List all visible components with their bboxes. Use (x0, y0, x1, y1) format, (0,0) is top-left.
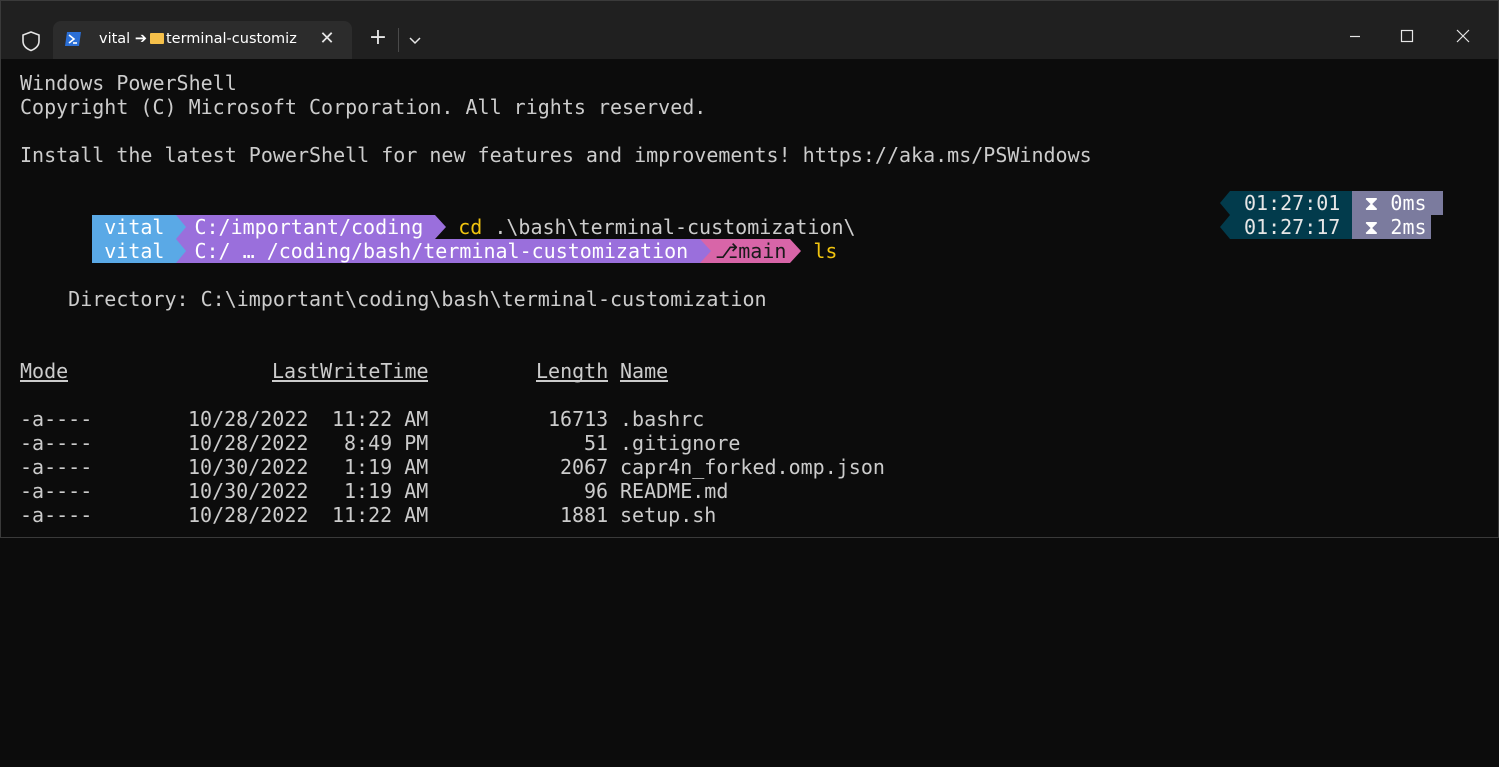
file-mode: -a---- (20, 407, 93, 431)
header-line-1: Windows PowerShell (20, 71, 237, 95)
file-length: 1881 (560, 503, 609, 527)
prompt-duration: ⧗ 0ms (1352, 191, 1443, 215)
file-name: capr4n_forked.omp.json (620, 455, 885, 479)
tab-title: vital ➔ terminal-customiz (99, 31, 297, 47)
title-bar: vital ➔ terminal-customiz ✕ + (1, 1, 1498, 59)
file-mode: -a---- (20, 479, 93, 503)
prompt-line-1: vital C:/important/coding cd .\bash\termina… (20, 191, 856, 239)
close-icon[interactable]: ✕ (317, 29, 337, 49)
file-length: 96 (584, 479, 609, 503)
prompt-command: ls (813, 239, 838, 263)
header-underline-mode (20, 380, 68, 382)
file-date: 10/28/2022 (188, 431, 309, 455)
file-time: 1:19 AM (344, 479, 429, 503)
file-time: 8:49 PM (344, 431, 429, 455)
tab-title-user: vital (99, 31, 131, 47)
window-close-icon[interactable] (1452, 25, 1474, 47)
header-underline-name (620, 380, 668, 382)
prompt-time: 01:27:17 (1230, 215, 1353, 239)
powershell-icon (65, 32, 81, 46)
powerline-separator (700, 239, 712, 263)
plus-icon[interactable]: + (367, 27, 389, 49)
file-date: 10/30/2022 (188, 455, 309, 479)
header-underline-length (536, 380, 608, 382)
powerline-separator (1220, 215, 1230, 239)
file-name: README.md (620, 479, 729, 503)
directory-label: Directory: C:\important\coding\bash\term… (20, 287, 767, 311)
prompt-user: vital (92, 239, 177, 263)
prompt-line-2: vital C:/ … /coding/bash/terminal-customi… (20, 215, 837, 263)
file-mode: -a---- (20, 455, 93, 479)
file-mode: -a---- (20, 503, 93, 527)
duration-value: 0ms (1390, 191, 1427, 215)
file-date: 10/30/2022 (188, 479, 309, 503)
file-time: 1:19 AM (344, 455, 429, 479)
tab-title-folder: terminal-customiz (165, 31, 297, 47)
file-time: 11:22 AM (332, 407, 429, 431)
prompt-git: ⎇main (711, 239, 791, 263)
tab-divider (398, 28, 399, 52)
folder-icon (149, 33, 164, 44)
git-branch-name: main (738, 239, 787, 263)
file-name: setup.sh (620, 503, 717, 527)
arrow-icon: ➔ (134, 31, 147, 47)
chevron-down-icon[interactable] (406, 31, 424, 49)
duration-value: 2ms (1390, 215, 1427, 239)
git-branch-icon: ⎇ (715, 239, 739, 263)
prompt-time: 01:27:01 (1230, 191, 1353, 215)
powerline-separator (176, 239, 187, 263)
file-length: 2067 (560, 455, 609, 479)
header-line-2: Copyright (C) Microsoft Corporation. All… (20, 95, 707, 119)
header-underline-lastwritetime (272, 380, 428, 382)
prompt-duration: ⧗ 2ms (1352, 215, 1431, 239)
tab-terminal-customization[interactable]: vital ➔ terminal-customiz ✕ (53, 21, 352, 59)
prompt-path: C:/ … /coding/bash/terminal-customizatio… (186, 239, 701, 263)
hourglass-icon: ⧗ (1364, 191, 1391, 215)
shield-icon[interactable] (20, 30, 42, 52)
prompt-2-status: 01:27:17 ⧗ 2ms (1220, 215, 1431, 239)
file-length: 51 (584, 431, 609, 455)
file-date: 10/28/2022 (188, 407, 309, 431)
file-mode: -a---- (20, 431, 93, 455)
terminal-output[interactable]: Windows PowerShell Copyright (C) Microso… (20, 71, 1480, 541)
file-name: .bashrc (620, 407, 705, 431)
header-line-3: Install the latest PowerShell for new fe… (20, 143, 1092, 167)
powerline-separator (790, 239, 802, 263)
hourglass-icon: ⧗ (1364, 215, 1391, 239)
file-time: 11:22 AM (332, 503, 429, 527)
minimize-icon[interactable] (1344, 25, 1366, 47)
terminal-window: vital ➔ terminal-customiz ✕ + Windows Pow… (0, 0, 1499, 538)
file-date: 10/28/2022 (188, 503, 309, 527)
maximize-icon[interactable] (1396, 25, 1418, 47)
powerline-separator (1220, 191, 1230, 215)
file-length: 16713 (548, 407, 609, 431)
file-name: .gitignore (620, 431, 741, 455)
prompt-1-status: 01:27:01 ⧗ 0ms (1220, 191, 1443, 215)
